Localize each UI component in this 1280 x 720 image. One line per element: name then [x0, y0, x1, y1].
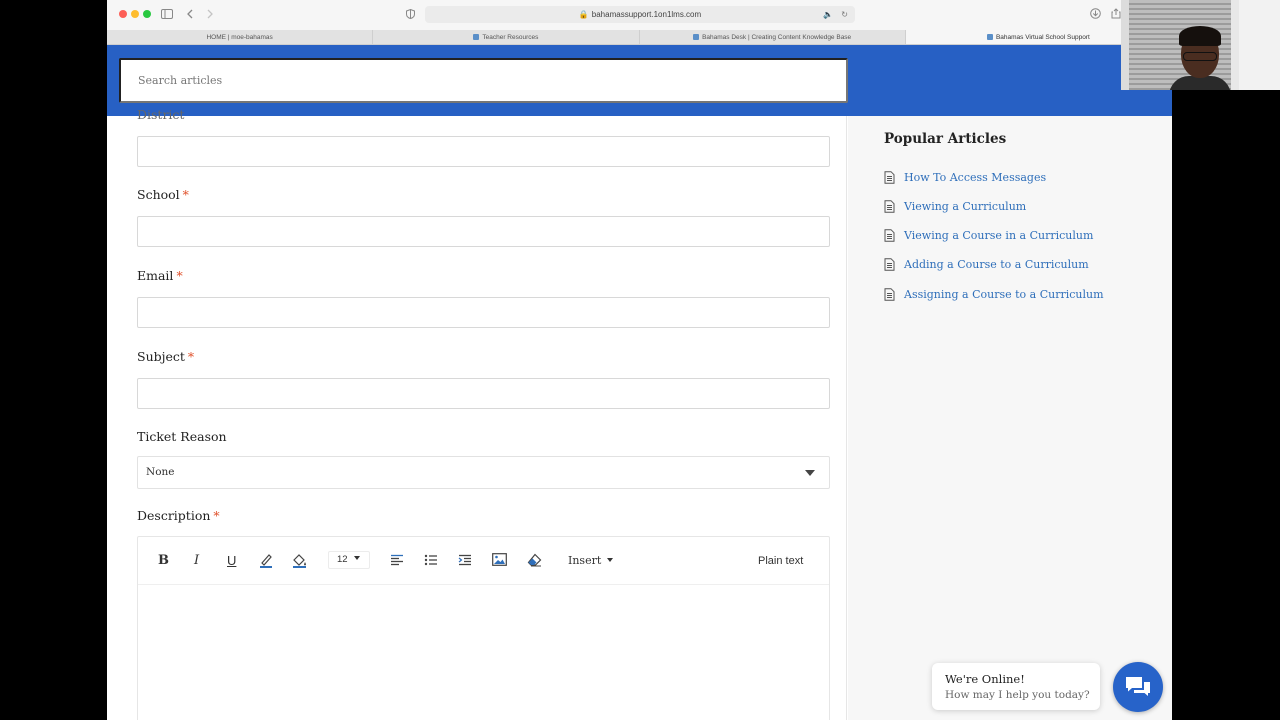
required-mark: *	[182, 187, 189, 202]
document-icon	[884, 170, 895, 184]
reload-icon[interactable]: ↻	[841, 6, 848, 23]
document-icon	[884, 199, 895, 213]
url-text: bahamassupport.1on1lms.com	[591, 10, 702, 19]
required-mark: *	[213, 508, 220, 523]
chat-icon	[1126, 677, 1150, 696]
bullet-list-icon[interactable]	[424, 554, 438, 574]
email-field[interactable]	[137, 297, 830, 328]
share-icon[interactable]	[1111, 7, 1121, 23]
window-frame	[1231, 0, 1239, 90]
district-field[interactable]	[137, 136, 830, 167]
eraser-icon[interactable]	[527, 553, 542, 573]
ticket-reason-select[interactable]: None	[137, 456, 830, 489]
browser-tab[interactable]: HOME | moe-bahamas	[107, 30, 374, 44]
browser-tab-label: Bahamas Desk | Creating Content Knowledg…	[702, 34, 852, 41]
chat-greeting-title: We're Online!	[945, 672, 1025, 686]
downloads-icon[interactable]	[1090, 7, 1101, 23]
underline-button[interactable]: U	[227, 551, 236, 571]
chevron-down-icon	[805, 470, 815, 476]
description-label: Description *	[137, 508, 220, 523]
insert-image-icon[interactable]	[492, 553, 507, 573]
browser-window: 🔒 bahamassupport.1on1lms.com 🔈 ↻ HOME | m…	[107, 0, 1172, 720]
maximize-window-button[interactable]	[143, 10, 151, 18]
article-link[interactable]: Viewing a Course in a Curriculum	[884, 226, 1093, 244]
document-icon	[884, 257, 895, 271]
popular-articles-sidebar: Popular Articles How To Access Messages …	[848, 116, 1172, 720]
favicon-icon	[693, 34, 700, 40]
chat-greeting-subtitle: How may I help you today?	[945, 689, 1090, 701]
favicon-icon	[986, 34, 993, 40]
subject-field[interactable]	[137, 378, 830, 409]
document-icon	[884, 287, 895, 301]
italic-button[interactable]: I	[194, 551, 199, 571]
email-label: Email *	[137, 268, 183, 283]
article-link[interactable]: Viewing a Curriculum	[884, 197, 1026, 215]
minimize-window-button[interactable]	[131, 10, 139, 18]
search-input[interactable]	[119, 58, 848, 103]
editor-toolbar: B I U 12 Insert Plain text	[138, 537, 829, 585]
glasses	[1183, 52, 1217, 61]
browser-tab[interactable]: Teacher Resources	[373, 30, 640, 44]
lock-icon: 🔒	[578, 10, 589, 19]
site-header	[107, 45, 1172, 116]
browser-tab-label: Teacher Resources	[482, 34, 539, 41]
article-link[interactable]: Adding a Course to a Curriculum	[884, 255, 1089, 273]
highlight-color-icon[interactable]	[292, 553, 308, 573]
align-left-icon[interactable]	[390, 554, 404, 574]
popular-articles-title: Popular Articles	[884, 131, 1007, 147]
subject-label: Subject *	[137, 349, 195, 364]
caret-down-icon	[353, 556, 360, 560]
sidebar-toggle-icon[interactable]	[161, 7, 173, 23]
article-link[interactable]: How To Access Messages	[884, 168, 1046, 186]
address-bar[interactable]: 🔒 bahamassupport.1on1lms.com 🔈 ↻	[425, 6, 855, 23]
district-label: District	[137, 107, 185, 122]
ticket-reason-value: None	[146, 466, 175, 478]
article-link[interactable]: Assigning a Course to a Curriculum	[884, 285, 1104, 303]
indent-icon[interactable]	[458, 554, 472, 574]
ticket-reason-label: Ticket Reason	[137, 429, 227, 444]
font-size-select[interactable]: 12	[328, 551, 370, 569]
bold-button[interactable]: B	[158, 551, 169, 571]
article-link-label: How To Access Messages	[904, 170, 1047, 184]
required-mark: *	[176, 268, 183, 283]
chat-launcher-button[interactable]	[1113, 662, 1163, 712]
article-link-label: Viewing a Curriculum	[904, 199, 1027, 213]
close-window-button[interactable]	[119, 10, 127, 18]
document-icon	[884, 228, 895, 242]
article-link-label: Adding a Course to a Curriculum	[904, 257, 1089, 271]
favicon-icon	[473, 34, 480, 40]
webcam-overlay	[1121, 0, 1280, 90]
browser-titlebar: 🔒 bahamassupport.1on1lms.com 🔈 ↻	[107, 0, 1172, 30]
insert-menu-button[interactable]: Insert	[568, 551, 614, 571]
font-size-value: 12	[337, 554, 348, 565]
browser-tab[interactable]: Bahamas Desk | Creating Content Knowledg…	[640, 30, 906, 44]
audio-icon[interactable]: 🔈	[823, 6, 833, 23]
school-label: School *	[137, 187, 189, 202]
browser-tab-label: Bahamas Virtual School Support	[995, 34, 1090, 41]
insert-label: Insert	[568, 554, 602, 567]
description-editor[interactable]: B I U 12 Insert Plain text	[137, 536, 830, 720]
browser-tab-label: HOME | moe-bahamas	[206, 34, 273, 41]
chat-greeting-bubble[interactable]: We're Online! How may I help you today?	[932, 663, 1100, 710]
forward-icon[interactable]	[206, 7, 214, 23]
wall	[1239, 0, 1280, 90]
article-link-label: Viewing a Course in a Curriculum	[904, 228, 1094, 242]
person-hair	[1179, 26, 1221, 46]
browser-tab-bar: HOME | moe-bahamas Teacher Resources Bah…	[107, 30, 1172, 45]
back-icon[interactable]	[186, 7, 194, 23]
plain-text-toggle[interactable]: Plain text	[758, 551, 803, 571]
ticket-form: District School * Email * Subject * Ticket …	[107, 107, 847, 720]
article-link-label: Assigning a Course to a Curriculum	[904, 287, 1104, 301]
school-field[interactable]	[137, 216, 830, 247]
caret-down-icon	[607, 558, 614, 562]
required-mark: *	[187, 349, 195, 364]
text-color-icon[interactable]	[259, 553, 273, 573]
shield-icon[interactable]	[406, 7, 415, 23]
